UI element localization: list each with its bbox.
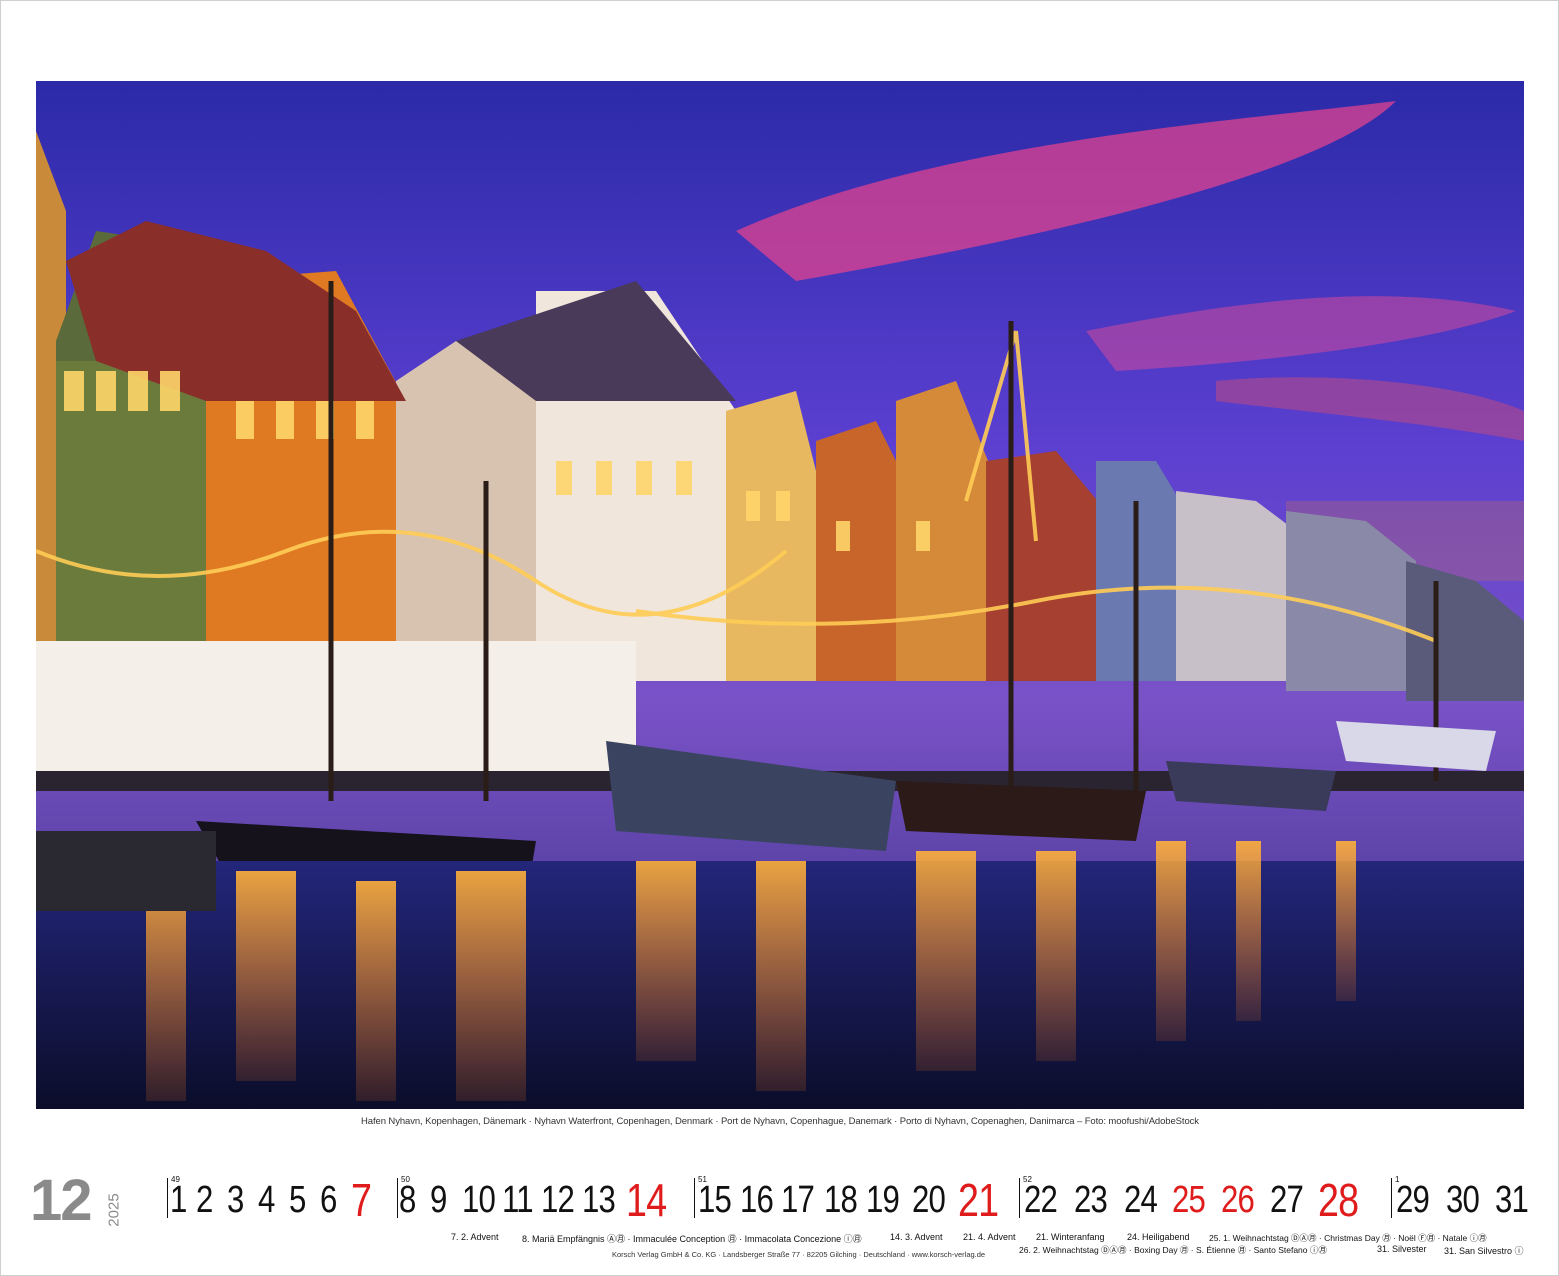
holiday-note: 26. 2. Weihnachtstag ⒹⒶ㊊ · Boxing Day ㊊ … [1019,1245,1327,1255]
day-20: 20 [912,1179,946,1221]
day-22: 22 [1024,1179,1058,1221]
day-13: 13 [582,1179,616,1221]
day-28: 28 [1318,1174,1359,1226]
holiday-note: 8. Mariä Empfängnis Ⓐ㊊ · Immaculée Conce… [522,1234,862,1244]
day-24: 24 [1124,1179,1158,1221]
day-26: 26 [1221,1179,1255,1221]
holiday-note: 14. 3. Advent [890,1232,943,1242]
day-30: 30 [1446,1179,1480,1221]
photo-illustration [36,81,1524,1109]
day-25: 25 [1172,1179,1206,1221]
day-16: 16 [740,1179,774,1221]
day-9: 9 [430,1179,447,1221]
day-29: 29 [1396,1179,1430,1221]
holiday-note: 21. Winteranfang [1036,1232,1105,1242]
harbour-photo [36,81,1524,1109]
day-3: 3 [227,1179,244,1221]
day-18: 18 [824,1179,858,1221]
holiday-note: 21. 4. Advent [963,1232,1016,1242]
day-12: 12 [541,1179,575,1221]
day-1: 1 [170,1179,187,1221]
day-8: 8 [399,1179,416,1221]
day-23: 23 [1074,1179,1108,1221]
day-17: 17 [781,1179,815,1221]
day-21: 21 [958,1174,999,1226]
day-11: 11 [502,1179,534,1221]
day-27: 27 [1270,1179,1304,1221]
day-10: 10 [462,1179,496,1221]
day-7: 7 [351,1174,372,1226]
day-14: 14 [626,1174,667,1226]
day-15: 15 [698,1179,732,1221]
holiday-note: 24. Heiligabend [1127,1232,1190,1242]
day-6: 6 [320,1179,337,1221]
day-31: 31 [1495,1179,1529,1221]
holiday-note: 7. 2. Advent [451,1232,499,1242]
publisher-line: Korsch Verlag GmbH & Co. KG · Landsberge… [612,1250,986,1259]
day-2: 2 [196,1179,213,1221]
days-row: 1 2 3 4 5 6 7 8 9 10 11 12 13 14 15 16 1… [0,1172,1559,1228]
day-19: 19 [866,1179,900,1221]
photo-caption: Hafen Nyhavn, Kopenhagen, Dänemark · Nyh… [361,1116,1199,1127]
holiday-note: 31. San Silvestro ⓘ [1444,1246,1524,1256]
day-4: 4 [258,1179,275,1221]
holiday-note: 31. Silvester [1377,1244,1427,1254]
day-5: 5 [289,1179,306,1221]
holiday-note: 25. 1. Weihnachtstag ⒹⒶ㊊ · Christmas Day… [1209,1233,1487,1243]
